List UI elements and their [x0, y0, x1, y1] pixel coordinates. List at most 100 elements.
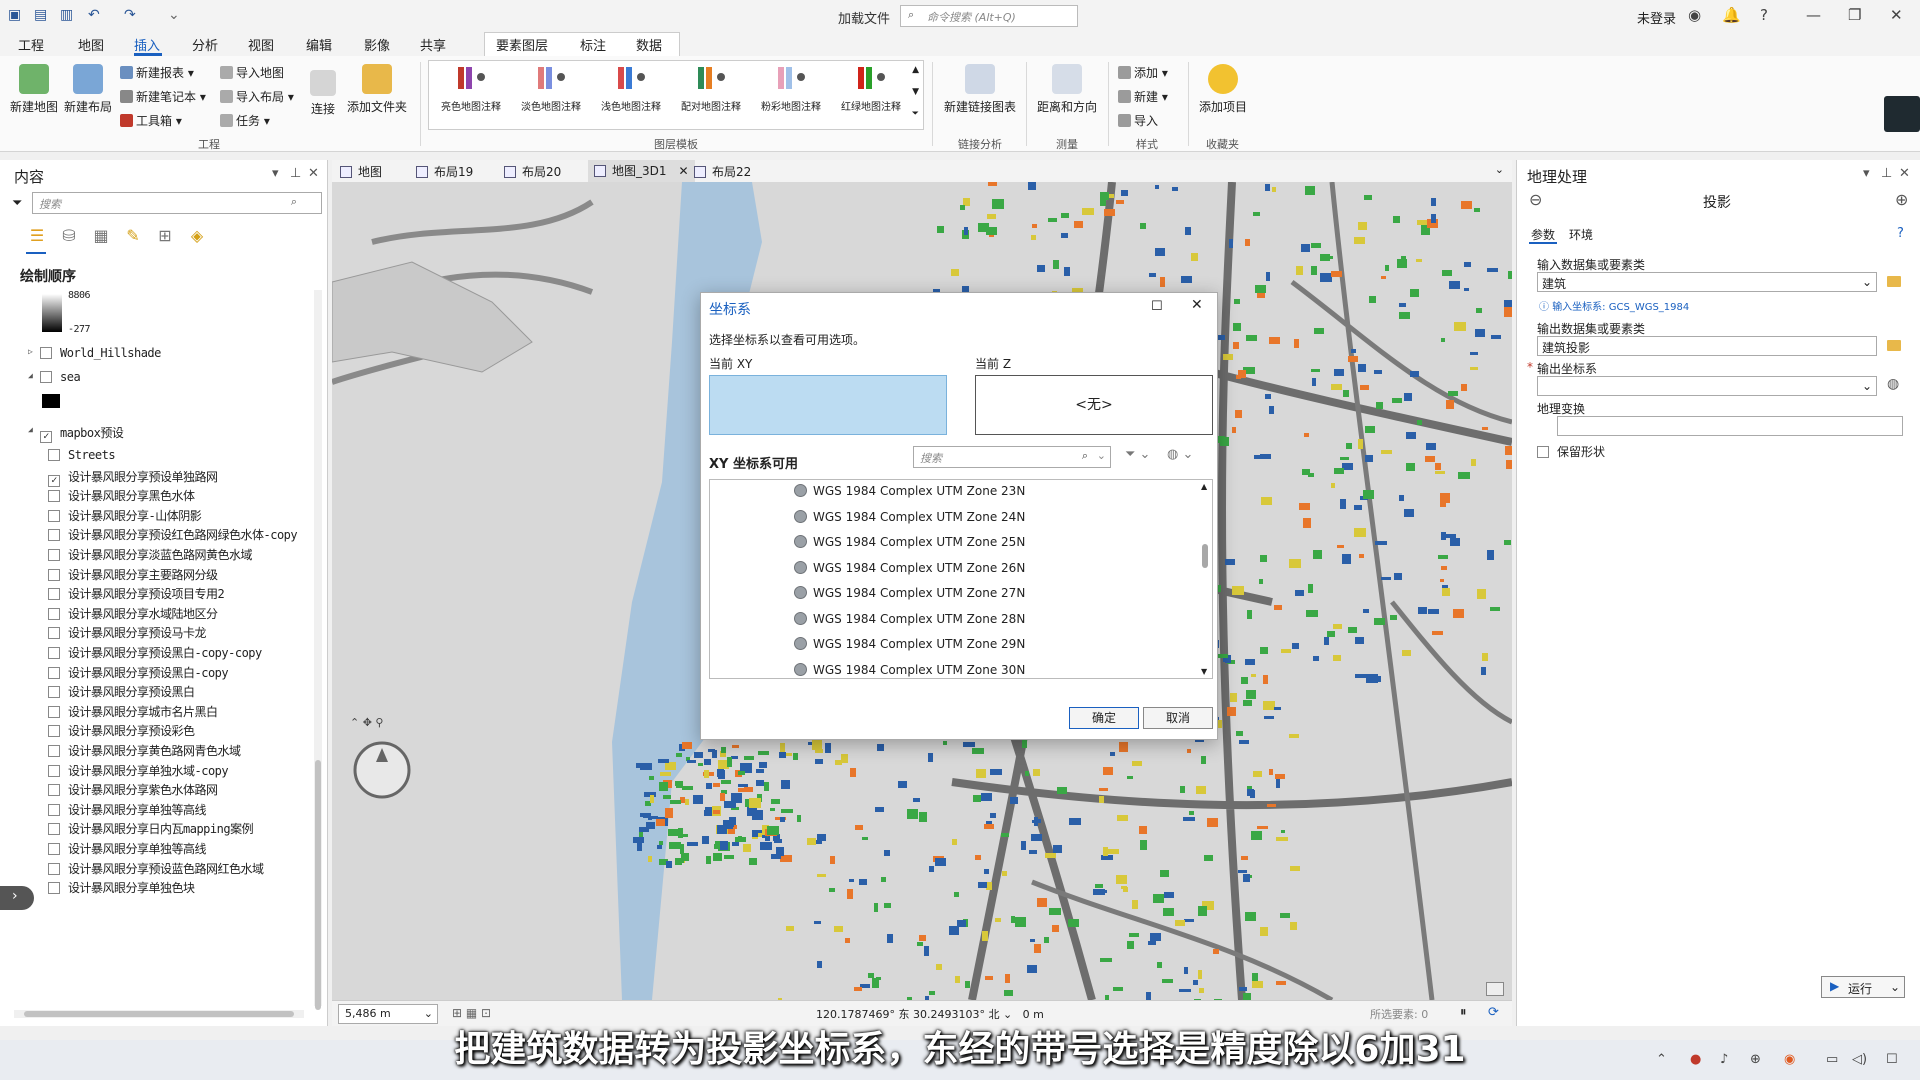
layer-item[interactable]: ✓ 设计暴风眼分享预设单独路网	[48, 468, 218, 487]
tab-view-layout20[interactable]: 布局20	[504, 163, 561, 180]
gallery-scroll-down-icon[interactable]: ▼	[912, 87, 919, 97]
layer-item[interactable]: 设计暴风眼分享水域陆地区分	[48, 605, 218, 622]
list-by-selection-icon[interactable]: ▦	[90, 226, 112, 246]
layer-visibility-checkbox[interactable]	[48, 607, 60, 620]
ok-button[interactable]: 确定	[1069, 707, 1139, 729]
layer-visibility-checkbox[interactable]	[48, 686, 60, 699]
layer-item[interactable]: 设计暴风眼分享黑色水体	[48, 487, 195, 504]
microphone-widget[interactable]	[1884, 96, 1920, 132]
run-button[interactable]: ▶ 运行 ⌄	[1821, 976, 1905, 998]
layer-item[interactable]: 设计暴风眼分享单独色块	[48, 879, 195, 896]
new-layout-button[interactable]: 新建布局	[62, 64, 114, 115]
tab-map[interactable]: 地图	[78, 35, 104, 54]
layer-visibility-checkbox[interactable]	[48, 529, 60, 542]
layer-item[interactable]: 设计暴风眼分享预设项目专用2	[48, 585, 225, 602]
style-add-button[interactable]: 添加 ▾	[1118, 64, 1168, 81]
layer-item[interactable]: 设计暴风眼分享预设黑白	[48, 683, 195, 700]
tabs-overflow-icon[interactable]: ⌄	[1495, 163, 1504, 176]
layer-item[interactable]: 设计暴风眼分享预设马卡龙	[48, 624, 207, 641]
close-pane-icon[interactable]: ✕	[308, 166, 319, 181]
tab-environments[interactable]: 环境	[1569, 226, 1593, 243]
filter-icon[interactable]: ⏷ ⌄	[1125, 447, 1150, 462]
layer-item[interactable]: 设计暴风眼分享淡蓝色路网黄色水域	[48, 546, 253, 563]
tab-feature-layer[interactable]: 要素图层	[496, 35, 548, 54]
new-report-button[interactable]: 新建报表 ▾	[120, 64, 194, 81]
layer-item[interactable]: 设计暴风眼分享单独水域-copy	[48, 762, 229, 779]
tab-project[interactable]: 工程	[18, 35, 44, 54]
cs-list-item[interactable]: WGS 1984 Complex UTM Zone 24N	[794, 509, 1025, 524]
gallery-scroll-up-icon[interactable]: ▲	[912, 65, 919, 75]
tab-view[interactable]: 视图	[248, 35, 274, 54]
minimize-icon[interactable]: —	[1806, 6, 1821, 24]
output-dataset-field[interactable]: 建筑投影	[1537, 336, 1877, 356]
scroll-down-icon[interactable]: ▼	[1201, 667, 1207, 676]
template-item[interactable]: 淡色地图注释	[511, 67, 591, 113]
gallery-expand-icon[interactable]: ⏷	[912, 109, 919, 119]
redo-icon[interactable]: ↷	[124, 7, 136, 23]
layer-visibility-checkbox[interactable]	[48, 823, 60, 836]
layer-item[interactable]: 设计暴风眼分享预设红色路网绿色水体-copy	[48, 526, 298, 543]
browse-folder-icon[interactable]	[1887, 276, 1901, 287]
distance-direction-button[interactable]: 距离和方向	[1034, 64, 1100, 115]
tab-data[interactable]: 数据	[636, 35, 662, 54]
layer-item[interactable]: Streets	[48, 448, 116, 462]
layer-item[interactable]: 设计暴风眼分享主要路网分级	[48, 566, 218, 583]
task-button[interactable]: 任务 ▾	[220, 112, 270, 129]
tab-view-map3d1[interactable]: 地图_3D1 ✕	[588, 160, 695, 182]
layer-visibility-checkbox[interactable]	[40, 347, 52, 359]
layer-visibility-checkbox[interactable]	[48, 764, 60, 777]
layer-visibility-checkbox[interactable]	[48, 568, 60, 581]
undo-icon[interactable]: ↶	[88, 7, 100, 23]
expand-layer-icon[interactable]: ◢	[28, 425, 33, 434]
contents-horizontal-scrollbar[interactable]	[14, 1010, 304, 1018]
expand-layer-icon[interactable]: ◢	[28, 371, 33, 380]
template-item[interactable]: 亮色地图注释	[431, 67, 511, 113]
geo-transform-field[interactable]	[1557, 416, 1903, 436]
back-icon[interactable]: ⊖	[1529, 190, 1542, 209]
save-project-icon[interactable]: ▣	[8, 7, 21, 23]
pin-icon[interactable]: ⊥	[290, 166, 301, 181]
pane-menu-icon[interactable]: ▾	[272, 166, 279, 181]
tab-parameters[interactable]: 参数	[1531, 226, 1555, 243]
expand-sidebar-button[interactable]: ›	[0, 886, 34, 910]
layer-item[interactable]: 设计暴风眼分享单独等高线	[48, 801, 207, 818]
refresh-icon[interactable]: ⟳	[1488, 1005, 1499, 1020]
layer-item[interactable]: 设计暴风眼分享预设彩色	[48, 722, 195, 739]
layer-item[interactable]: 设计暴风眼分享日内瓦mapping案例	[48, 820, 254, 837]
layer-template-gallery[interactable]: 亮色地图注释 淡色地图注释 浅色地图注释 配对地图注释 粉彩地图注释 红绿地图注…	[428, 60, 924, 130]
current-z-box[interactable]: <无>	[975, 375, 1213, 435]
tab-view-layout22[interactable]: 布局22	[694, 163, 751, 180]
expand-layer-icon[interactable]: ▷	[28, 347, 33, 356]
grid-icon[interactable]: ⊞ ▦ ⊡	[452, 1006, 491, 1020]
pane-menu-icon[interactable]: ▾	[1863, 166, 1870, 181]
layer-item[interactable]: 设计暴风眼分享城市名片黑白	[48, 703, 218, 720]
help-icon[interactable]: ?	[1760, 6, 1768, 24]
new-notebook-button[interactable]: 新建笔记本 ▾	[120, 88, 206, 105]
layer-item[interactable]: ▷ World_Hillshade	[28, 346, 161, 360]
layer-item[interactable]: 设计暴风眼分享紫色水体路网	[48, 781, 218, 798]
layer-item[interactable]: 设计暴风眼分享-山体阴影	[48, 507, 202, 524]
pause-drawing-icon[interactable]: ⏸	[1460, 1005, 1467, 1020]
layer-visibility-checkbox[interactable]	[48, 705, 60, 718]
contents-search-input[interactable]: 搜索 ⌕	[32, 192, 322, 214]
layer-item[interactable]: 设计暴风眼分享单独等高线	[48, 840, 207, 857]
add-cs-icon[interactable]: ◍ ⌄	[1167, 447, 1193, 462]
style-new-button[interactable]: 新建 ▾	[1118, 88, 1168, 105]
open-project-icon[interactable]: ▤	[34, 7, 47, 23]
add-folder-button[interactable]: 添加文件夹	[346, 64, 408, 115]
customize-toolbar-icon[interactable]: ⌄	[168, 7, 180, 23]
filter-icon[interactable]: ⏷	[12, 196, 22, 211]
list-by-labeling-icon[interactable]: ◈	[186, 226, 208, 246]
layer-visibility-checkbox[interactable]	[48, 862, 60, 875]
new-map-button[interactable]: 新建地图	[8, 64, 60, 115]
coordinate-system-list[interactable]: WGS 1984 Complex UTM Zone 23N WGS 1984 Co…	[709, 479, 1213, 679]
layer-item[interactable]: ◢ sea	[28, 370, 81, 384]
list-by-drawing-order-icon[interactable]: ☰	[26, 226, 48, 246]
tab-labeling[interactable]: 标注	[580, 35, 606, 54]
layer-visibility-checkbox[interactable]	[48, 745, 60, 757]
cs-list-item[interactable]: WGS 1984 Complex UTM Zone 23N	[794, 484, 1025, 498]
layer-visibility-checkbox[interactable]	[48, 843, 60, 855]
layer-visibility-checkbox[interactable]	[48, 647, 60, 659]
tab-share[interactable]: 共享	[420, 35, 446, 54]
cs-list-item[interactable]: WGS 1984 Complex UTM Zone 25N	[794, 535, 1025, 549]
